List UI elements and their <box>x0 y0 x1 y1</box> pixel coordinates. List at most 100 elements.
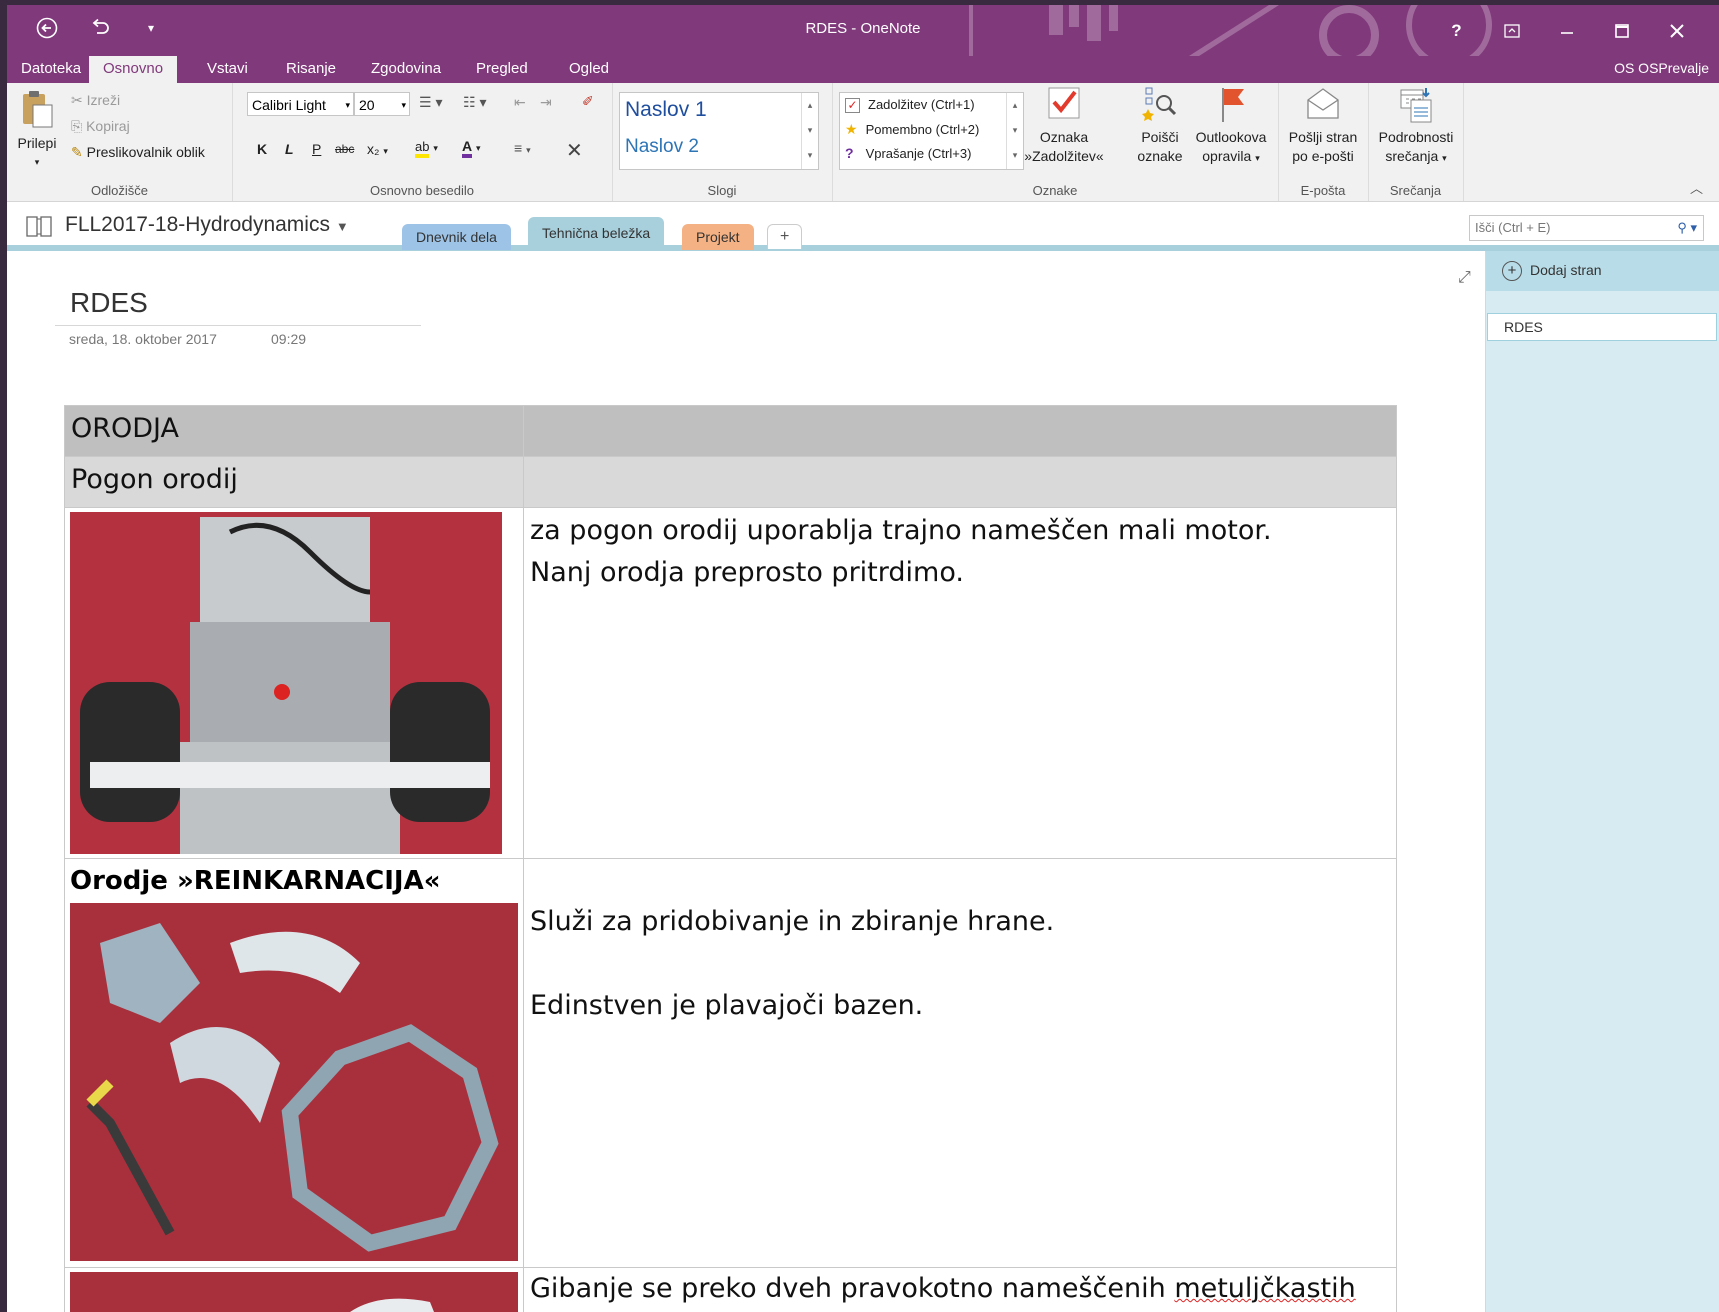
maximize-icon[interactable] <box>1594 5 1649 56</box>
page-canvas[interactable]: ⤢ RDES sreda, 18. oktober 2017 09:29 ORO… <box>7 251 1485 1312</box>
outlook-tasks-button[interactable]: Outlookova opravila ▾ <box>1189 85 1273 168</box>
font-name-select[interactable]: Calibri Light ▾ <box>247 92 354 116</box>
user-name[interactable]: OS OSPrevalje <box>1614 56 1709 83</box>
copy-label: Kopiraj <box>86 118 130 134</box>
table-cell[interactable]: ORODJA <box>64 405 524 457</box>
tag-important[interactable]: ★ Pomembno (Ctrl+2) <box>845 121 979 138</box>
section-tab-dnevnik[interactable]: Dnevnik dela <box>402 224 511 250</box>
bold-button[interactable]: K <box>257 141 267 157</box>
copy-button[interactable]: ⎘ Kopiraj <box>71 118 130 135</box>
search-input[interactable]: Išči (Ctrl + E) ⚲ ▾ <box>1469 215 1704 241</box>
tags-gallery: ✓ Zadolžitev (Ctrl+1) ★ Pomembno (Ctrl+2) … <box>839 92 1024 170</box>
expand-page-icon[interactable]: ⤢ <box>1458 269 1471 287</box>
content-table[interactable]: ORODJA Pogon orodij za pogon orodij upor… <box>64 405 1397 1312</box>
notebook-name: FLL2017-18-Hydrodynamics <box>65 213 330 236</box>
table-cell[interactable]: za pogon orodij uporablja trajno namešče… <box>523 507 1397 859</box>
tags-scroll[interactable]: ▴ ▾ ▾ <box>1006 93 1023 169</box>
row3-text-part: Gibanje se preko dveh pravokotno namešče… <box>530 1273 1175 1304</box>
tab-vstavi[interactable]: Vstavi <box>193 56 262 83</box>
table-row: Orodje »REINKARNACIJA« Služi za pridobiv… <box>64 858 1397 1268</box>
numbering-icon[interactable]: ☷ ▾ <box>463 94 486 111</box>
page-item-rdes[interactable]: RDES <box>1487 313 1717 341</box>
outlook-tasks-label-2: opravila ▾ <box>1202 148 1260 164</box>
find-tags-icon <box>1142 87 1177 121</box>
section-tab-projekt[interactable]: Projekt <box>682 224 754 250</box>
tags-group-label: Oznake <box>1032 183 1078 198</box>
subscript-label: x₂ <box>367 141 380 157</box>
tag-todo[interactable]: ✓ Zadolžitev (Ctrl+1) <box>845 96 975 113</box>
ribbon-display-icon[interactable] <box>1484 5 1539 56</box>
style-heading-2[interactable]: Naslov 2 <box>625 136 699 158</box>
table-row: za pogon orodij uporablja trajno namešče… <box>64 507 1397 859</box>
notebook-icon <box>25 214 53 243</box>
tab-osnovno[interactable]: Osnovno <box>89 56 178 83</box>
font-name-value: Calibri Light <box>252 97 326 113</box>
underline-button[interactable]: P <box>312 141 321 157</box>
clear-formatting-icon[interactable]: ✐ <box>582 93 594 110</box>
font-color-button[interactable]: A ▾ <box>462 138 481 158</box>
cut-label: Izreži <box>86 92 121 108</box>
subscript-button[interactable]: x₂ ▾ <box>367 141 388 157</box>
search-icon[interactable]: ⚲ ▾ <box>1677 216 1697 240</box>
paste-button[interactable]: Prilepi ▾ <box>11 89 63 172</box>
close-icon[interactable] <box>1649 5 1704 56</box>
tag-question[interactable]: ? Vprašanje (Ctrl+3) <box>845 145 971 161</box>
basic-text-group-label: Osnovno besedilo <box>369 183 475 198</box>
collapse-ribbon-icon[interactable]: ︿ <box>1690 178 1703 197</box>
meeting-details-label-1: Podrobnosti <box>1378 129 1454 145</box>
table-cell[interactable]: Služi za pridobivanje in zbiranje hrane.… <box>523 858 1397 1268</box>
table-row: ORODJA <box>64 405 1397 457</box>
bullets-icon[interactable]: ☰ ▾ <box>419 94 442 111</box>
delete-icon[interactable]: ✕ <box>566 138 583 163</box>
find-tags-button[interactable]: Poišči oznake <box>1132 85 1188 166</box>
email-page-button[interactable]: Pošlji stran po e-pošti <box>1282 85 1364 166</box>
clipboard-group-label: Odložišče <box>90 183 149 198</box>
tag-question-label: Vprašanje (Ctrl+3) <box>865 146 972 161</box>
table-cell[interactable] <box>523 405 1397 457</box>
clipboard-group: Prilepi ▾ ✂ Izreži ⎘ Kopiraj ✎ Preslikov… <box>7 83 233 201</box>
todo-tag-button[interactable]: Oznaka »Zadolžitev« <box>1022 85 1106 166</box>
font-color-icon: A <box>462 138 473 158</box>
basic-text-group: Calibri Light ▾ 20 ▾ ☰ ▾ ☷ ▾ ⇤ ⇥ ✐ K L P a… <box>232 83 613 201</box>
table-cell[interactable] <box>64 507 524 859</box>
meeting-details-button[interactable]: Podrobnosti srečanja ▾ <box>1372 85 1460 168</box>
checkbox-icon: ✓ <box>845 98 860 113</box>
italic-button[interactable]: L <box>285 141 294 157</box>
table-cell[interactable] <box>523 456 1397 508</box>
tab-ogled[interactable]: Ogled <box>555 56 623 83</box>
add-page-button[interactable]: + Dodaj stran <box>1486 251 1719 291</box>
add-section-button[interactable]: + <box>767 224 803 249</box>
cut-button[interactable]: ✂ Izreži <box>71 92 120 109</box>
decrease-indent-icon[interactable]: ⇤ <box>514 94 526 111</box>
page-list-pane: + Dodaj stran RDES <box>1485 251 1719 1312</box>
tab-datoteka[interactable]: Datoteka <box>7 56 95 83</box>
robot-photo[interactable] <box>70 512 502 854</box>
font-size-select[interactable]: 20 ▾ <box>354 92 410 116</box>
tab-risanje[interactable]: Risanje <box>272 56 350 83</box>
styles-group-label: Slogi <box>707 183 737 198</box>
increase-indent-icon[interactable]: ⇥ <box>540 94 552 111</box>
notebook-selector[interactable]: FLL2017-18-Hydrodynamics ▼ <box>65 213 349 237</box>
section-tab-tehnicna[interactable]: Tehnična beležka <box>528 217 665 251</box>
page-title[interactable]: RDES <box>70 287 148 319</box>
styles-group: Naslov 1 Naslov 2 ▴ ▾ ▾ Slogi <box>612 83 833 201</box>
table-cell[interactable]: Gibanje se preko dveh pravokotno namešče… <box>523 1267 1397 1312</box>
help-icon[interactable]: ? <box>1429 5 1484 56</box>
minimize-icon[interactable] <box>1539 5 1594 56</box>
tool-photo[interactable] <box>70 903 518 1261</box>
styles-scroll[interactable]: ▴ ▾ ▾ <box>801 93 818 169</box>
table-cell[interactable]: Pogon orodij <box>64 456 524 508</box>
table-cell[interactable]: Orodje »REINKARNACIJA« <box>64 858 524 1268</box>
style-heading-1[interactable]: Naslov 1 <box>625 98 707 122</box>
paste-label: Prilepi <box>17 135 57 151</box>
tab-zgodovina[interactable]: Zgodovina <box>357 56 455 83</box>
strikethrough-button[interactable]: abc <box>335 142 354 156</box>
table-cell[interactable] <box>64 1267 524 1312</box>
align-icon[interactable]: ≡ ▾ <box>514 140 531 156</box>
tab-pregled[interactable]: Pregled <box>462 56 542 83</box>
highlight-button[interactable]: ab ▾ <box>415 138 438 158</box>
format-painter-button[interactable]: ✎ Preslikovalnik oblik <box>71 144 205 161</box>
third-photo[interactable] <box>70 1272 518 1312</box>
ribbon: Prilepi ▾ ✂ Izreži ⎘ Kopiraj ✎ Preslikov… <box>7 83 1719 202</box>
star-icon: ★ <box>845 121 858 137</box>
